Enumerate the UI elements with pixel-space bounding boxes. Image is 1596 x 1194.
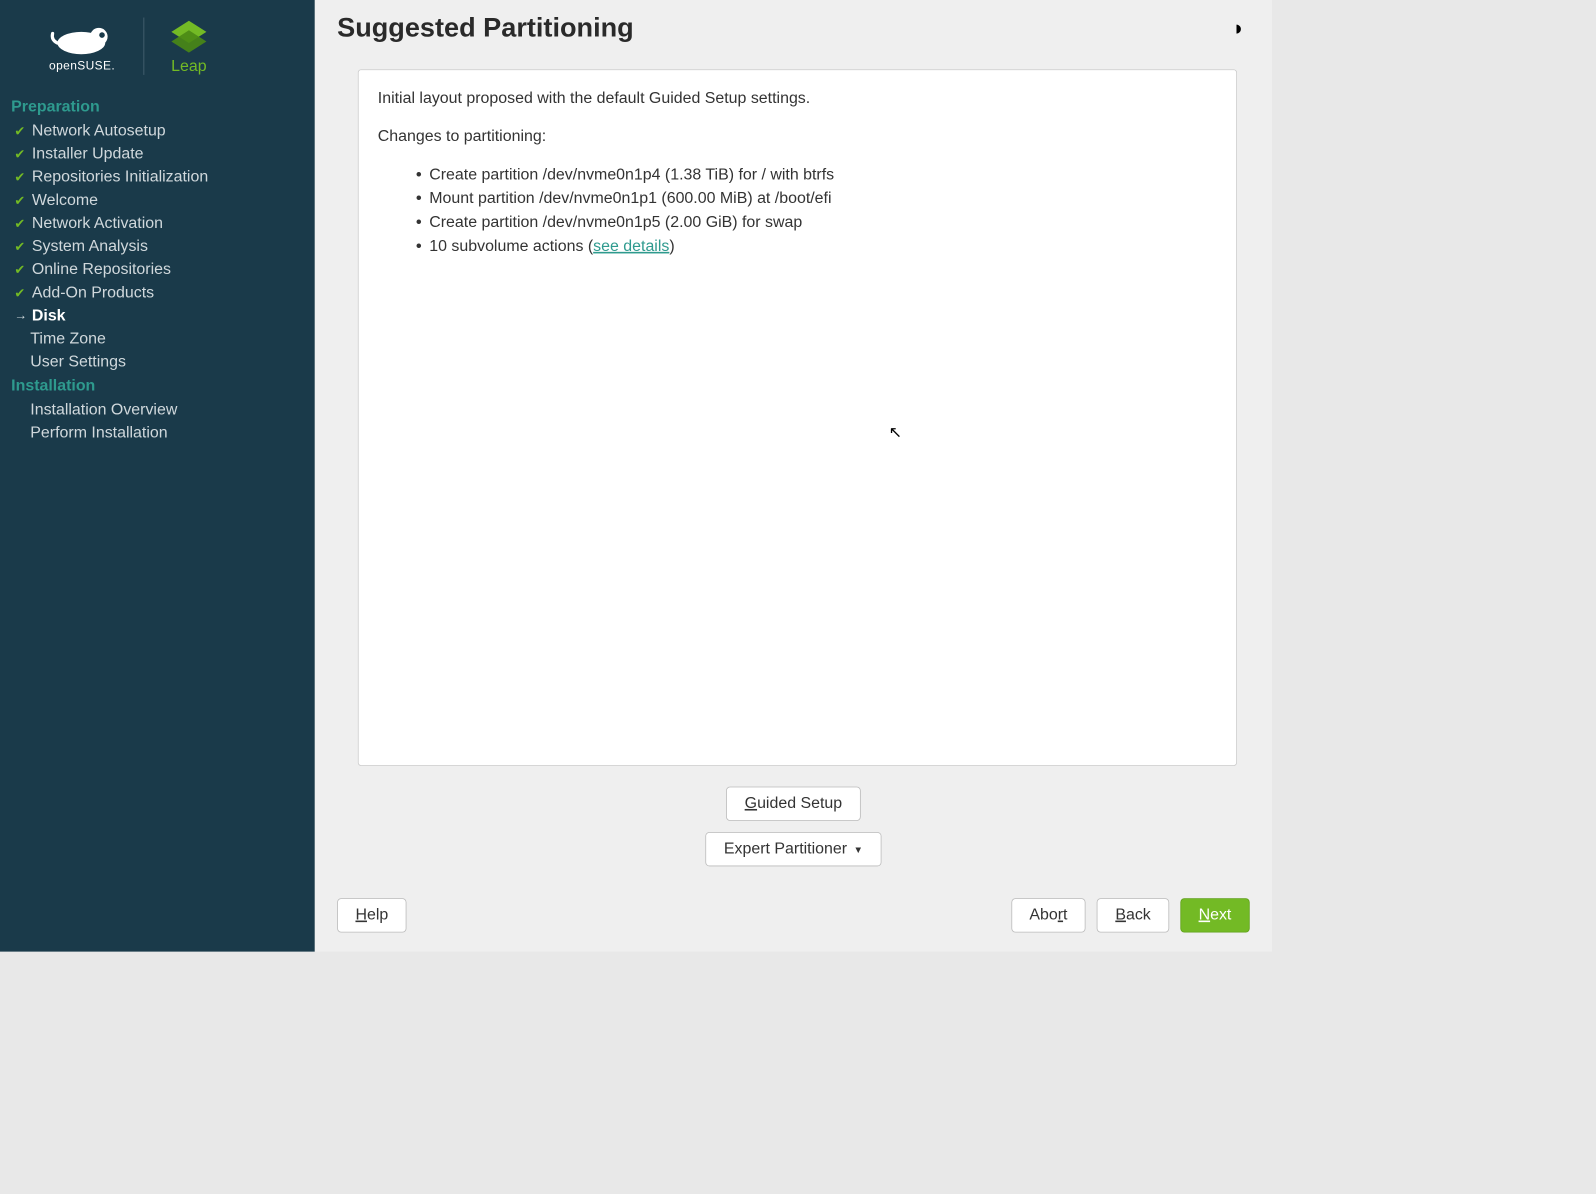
opensuse-label: openSUSE. — [49, 59, 115, 73]
nav-item-network-autosetup: ✔Network Autosetup — [11, 120, 303, 143]
check-icon: ✔ — [14, 169, 27, 185]
check-icon: ✔ — [14, 216, 27, 232]
nav-item-timezone: Time Zone — [11, 328, 303, 351]
help-button[interactable]: Help — [337, 898, 406, 932]
change-item-subvolumes: 10 subvolume actions (see details) — [416, 234, 1217, 258]
intro-text: Initial layout proposed with the default… — [378, 86, 1217, 110]
sidebar: openSUSE. Leap Preparation ✔Network Auto… — [0, 0, 315, 952]
nav: Preparation ✔Network Autosetup ✔Installe… — [0, 90, 315, 449]
change-item: Mount partition /dev/nvme0n1p1 (600.00 M… — [416, 186, 1217, 210]
partition-summary: Initial layout proposed with the default… — [358, 69, 1237, 766]
check-icon: ✔ — [14, 239, 27, 255]
nav-section-installation: Installation — [11, 374, 303, 399]
nav-item-welcome: ✔Welcome — [11, 189, 303, 212]
nav-item-online-repos: ✔Online Repositories — [11, 258, 303, 281]
main: Suggested Partitioning ◗ Initial layout … — [315, 0, 1272, 952]
nav-item-repositories-init: ✔Repositories Initialization — [11, 166, 303, 189]
btn-label: uided Setup — [757, 795, 842, 813]
leap-logo: Leap — [151, 16, 228, 76]
nav-item-network-activation: ✔Network Activation — [11, 212, 303, 235]
abort-button[interactable]: Abort — [1011, 898, 1086, 932]
logo-area: openSUSE. Leap — [0, 0, 315, 90]
change-item: Create partition /dev/nvme0n1p4 (1.38 Ti… — [416, 163, 1217, 187]
nav-item-system-analysis: ✔System Analysis — [11, 235, 303, 258]
check-icon: ✔ — [14, 262, 27, 278]
theme-toggle-icon[interactable]: ◗ — [1232, 16, 1245, 41]
nav-item-install-overview: Installation Overview — [11, 399, 303, 422]
nav-item-user-settings: User Settings — [11, 351, 303, 374]
check-icon: ✔ — [14, 123, 27, 139]
expert-partitioner-button[interactable]: Expert Partitioner ▼ — [706, 832, 882, 866]
btn-label: Expert Partitioner — [724, 840, 847, 858]
opensuse-logo: openSUSE. — [14, 19, 137, 72]
change-item: Create partition /dev/nvme0n1p5 (2.00 Gi… — [416, 210, 1217, 234]
see-details-link[interactable]: see details — [593, 238, 669, 256]
gecko-icon — [46, 19, 118, 57]
check-icon: ✔ — [14, 285, 27, 301]
nav-section-preparation: Preparation — [11, 95, 303, 120]
nav-item-disk: →Disk — [11, 304, 303, 327]
footer: Help Abort Back Next — [315, 898, 1272, 951]
nav-item-addon-products: ✔Add-On Products — [11, 281, 303, 304]
nav-item-installer-update: ✔Installer Update — [11, 143, 303, 166]
changes-list: Create partition /dev/nvme0n1p4 (1.38 Ti… — [378, 163, 1217, 259]
page-title: Suggested Partitioning — [337, 13, 634, 44]
arrow-right-icon: → — [14, 309, 27, 323]
check-icon: ✔ — [14, 146, 27, 162]
header: Suggested Partitioning ◗ — [315, 0, 1272, 47]
center-buttons: Guided Setup Expert Partitioner ▼ — [315, 775, 1272, 898]
chevron-down-icon: ▼ — [853, 844, 862, 855]
check-icon: ✔ — [14, 192, 27, 208]
logo-divider — [143, 17, 144, 74]
leap-icon — [167, 16, 212, 54]
nav-item-perform-install: Perform Installation — [11, 422, 303, 445]
changes-label: Changes to partitioning: — [378, 124, 1217, 148]
leap-label: Leap — [171, 57, 206, 75]
back-button[interactable]: Back — [1097, 898, 1169, 932]
guided-setup-button[interactable]: Guided Setup — [726, 787, 860, 821]
next-button[interactable]: Next — [1180, 898, 1249, 932]
